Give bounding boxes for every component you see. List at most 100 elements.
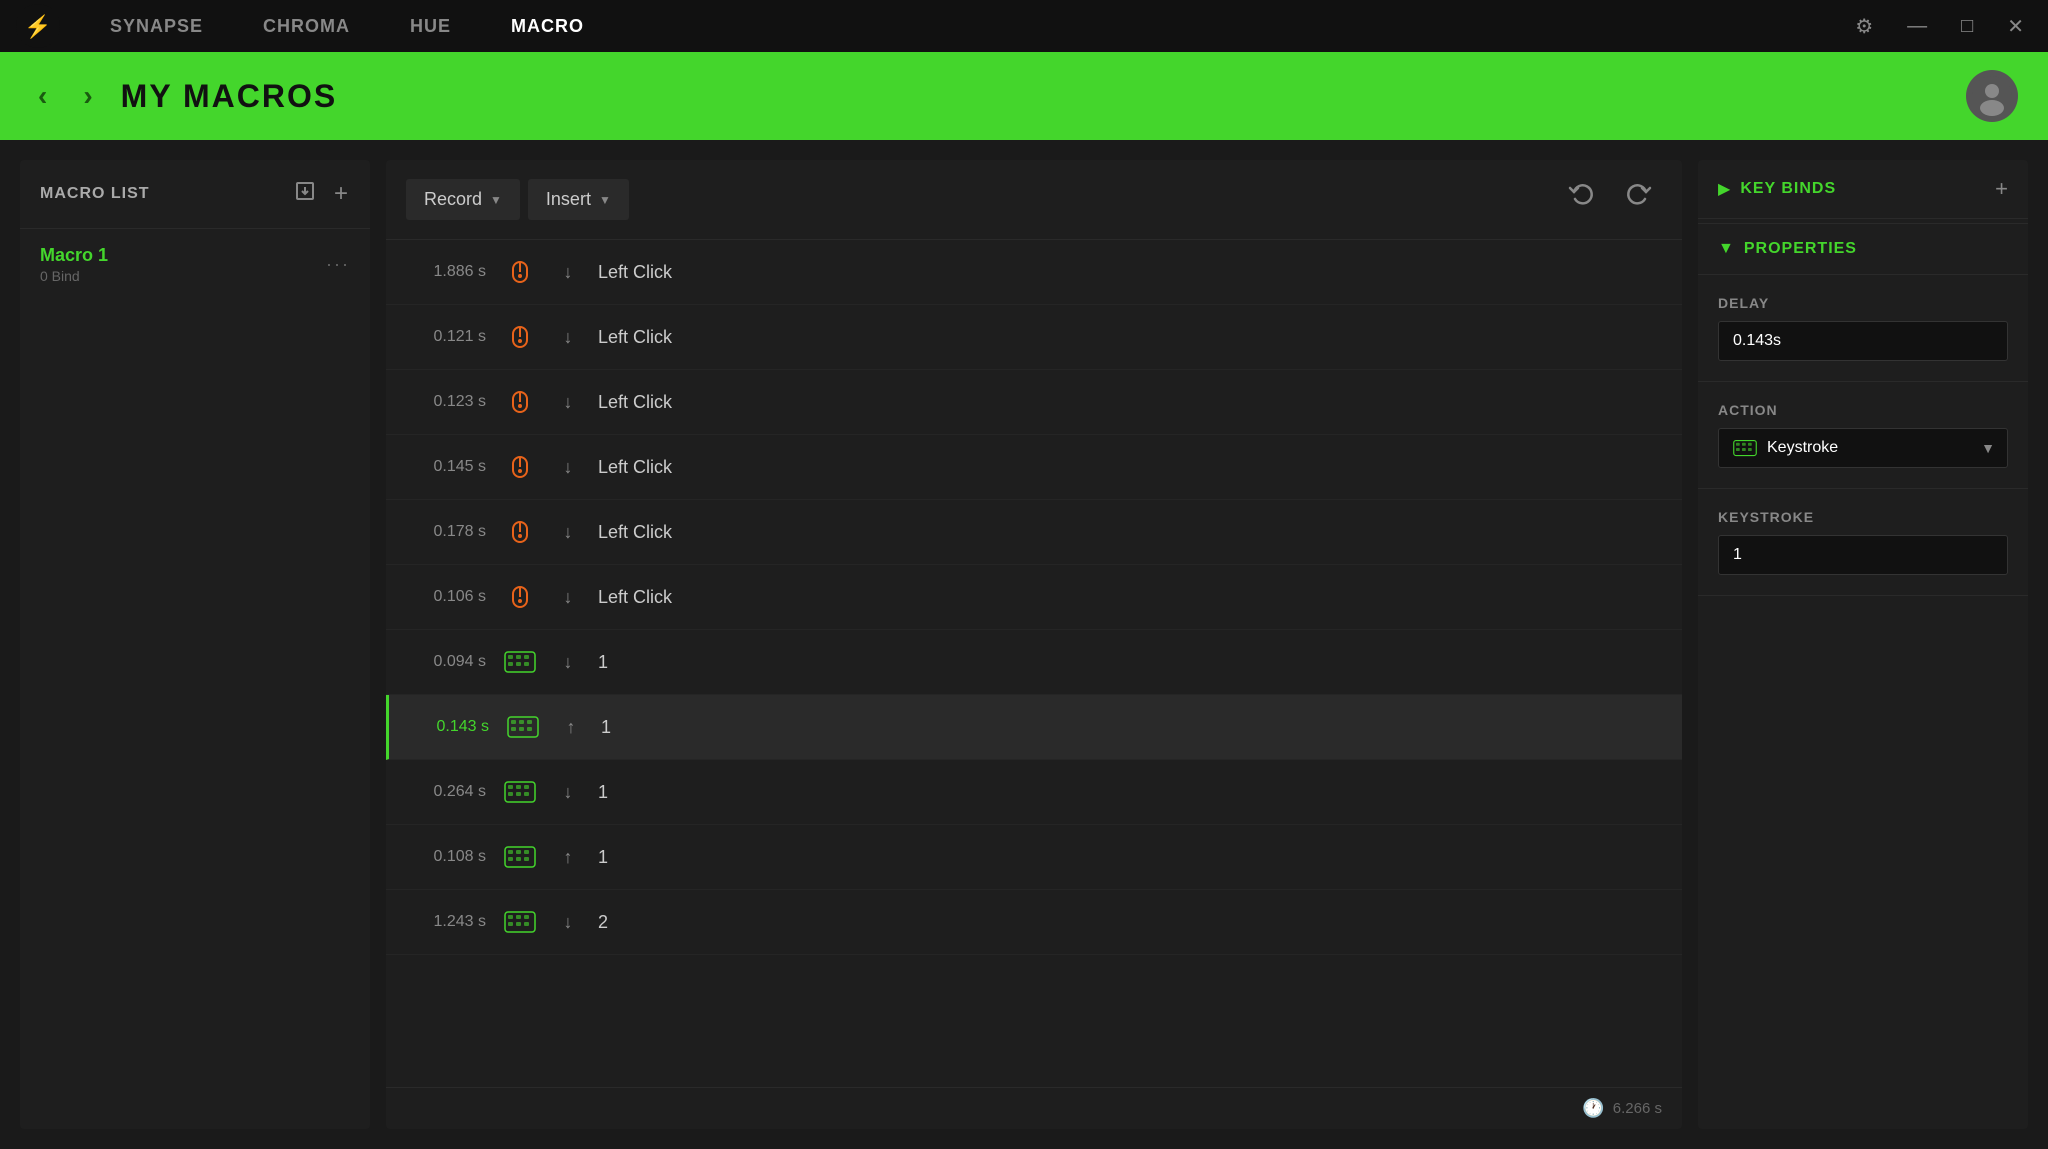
table-row[interactable]: 0.145 s ↓ Left Click — [386, 435, 1682, 500]
mouse-icon — [502, 384, 538, 420]
record-dropdown-arrow[interactable]: ▼ — [490, 193, 502, 207]
properties-panel: ▶ KEY BINDS + ▼ PROPERTIES DELAY ACTION — [1698, 160, 2028, 1129]
mouse-icon — [502, 254, 538, 290]
keystroke-property: KEYSTROKE — [1698, 489, 2028, 596]
action-select[interactable]: Keystroke ▼ — [1718, 428, 2008, 468]
insert-button[interactable]: Insert ▼ — [528, 179, 629, 220]
mouse-icon — [502, 319, 538, 355]
macro-list-panel: MACRO LIST + Macro 1 0 Bind ··· — [20, 160, 370, 1129]
maximize-icon[interactable]: □ — [1953, 11, 1981, 42]
properties-section-header[interactable]: ▼ PROPERTIES — [1698, 223, 2028, 275]
macro-item-menu[interactable]: ··· — [326, 254, 350, 275]
macro-list-header: MACRO LIST + — [20, 160, 370, 229]
close-icon[interactable]: ✕ — [1999, 10, 2032, 43]
direction-icon: ↓ — [554, 908, 582, 936]
delay-input[interactable] — [1718, 321, 2008, 361]
macro-item-bind: 0 Bind — [40, 268, 326, 284]
settings-icon[interactable]: ⚙ — [1847, 10, 1881, 43]
action-dropdown-arrow-icon: ▼ — [1981, 440, 1995, 456]
mouse-icon — [502, 449, 538, 485]
row-label: 1 — [598, 652, 608, 673]
titlebar-nav: SYNAPSE CHROMA HUE MACRO — [80, 0, 1847, 52]
add-key-bind-icon[interactable]: + — [1995, 176, 2008, 202]
row-time: 0.094 s — [406, 653, 486, 671]
direction-icon: ↓ — [554, 778, 582, 806]
direction-icon: ↓ — [554, 648, 582, 676]
macro-item-info: Macro 1 0 Bind — [40, 245, 326, 284]
row-label: Left Click — [598, 392, 672, 413]
row-label: 1 — [601, 717, 611, 738]
properties-title: PROPERTIES — [1744, 240, 2008, 258]
key-binds-arrow-icon: ▶ — [1718, 179, 1730, 199]
tab-macro[interactable]: MACRO — [481, 0, 614, 52]
insert-label: Insert — [546, 189, 591, 210]
forward-button[interactable]: › — [75, 76, 100, 116]
row-time: 1.886 s — [406, 263, 486, 281]
record-label: Record — [424, 189, 482, 210]
macro-rows-list: 1.886 s ↓ Left Click 0.121 s — [386, 240, 1682, 1087]
row-label: 1 — [598, 782, 608, 803]
table-row[interactable]: 0.178 s ↓ Left Click — [386, 500, 1682, 565]
macro-list-title: MACRO LIST — [40, 185, 292, 203]
table-row[interactable]: 0.106 s ↓ Left Click — [386, 565, 1682, 630]
header-bar: ‹ › MY MACROS — [0, 52, 2048, 140]
keyboard-icon — [502, 774, 538, 810]
macro-footer: 🕐 6.266 s — [386, 1087, 1682, 1129]
keyboard-icon — [502, 839, 538, 875]
table-row[interactable]: 1.243 s ↓ 2 — [386, 890, 1682, 955]
row-time: 1.243 s — [406, 913, 486, 931]
table-row[interactable]: 0.143 s ↑ 1 — [386, 695, 1682, 760]
action-label: ACTION — [1718, 402, 2008, 418]
direction-icon: ↑ — [554, 843, 582, 871]
macro-item[interactable]: Macro 1 0 Bind ··· — [20, 229, 370, 300]
macro-item-name: Macro 1 — [40, 245, 326, 266]
record-button[interactable]: Record ▼ — [406, 179, 520, 220]
key-binds-section-header[interactable]: ▶ KEY BINDS + — [1698, 160, 2028, 219]
minimize-icon[interactable]: — — [1899, 11, 1935, 42]
row-label: Left Click — [598, 587, 672, 608]
svg-text:⚡: ⚡ — [24, 14, 51, 40]
insert-dropdown-arrow[interactable]: ▼ — [599, 193, 611, 207]
redo-button[interactable] — [1614, 176, 1662, 223]
tab-chroma[interactable]: CHROMA — [233, 0, 380, 52]
action-value: Keystroke — [1767, 439, 1993, 457]
page-title: MY MACROS — [121, 78, 1946, 115]
export-icon[interactable] — [292, 178, 318, 210]
row-label: 1 — [598, 847, 608, 868]
mouse-icon — [502, 579, 538, 615]
row-time: 0.178 s — [406, 523, 486, 541]
table-row[interactable]: 0.264 s ↓ 1 — [386, 760, 1682, 825]
row-time: 0.123 s — [406, 393, 486, 411]
keystroke-input[interactable] — [1718, 535, 2008, 575]
row-time: 0.264 s — [406, 783, 486, 801]
direction-icon: ↓ — [554, 388, 582, 416]
add-macro-icon[interactable]: + — [332, 178, 350, 210]
avatar[interactable] — [1966, 70, 2018, 122]
main-content: MACRO LIST + Macro 1 0 Bind ··· — [0, 140, 2048, 1149]
keyboard-icon — [505, 709, 541, 745]
row-time: 0.108 s — [406, 848, 486, 866]
tab-hue[interactable]: HUE — [380, 0, 481, 52]
row-label: Left Click — [598, 522, 672, 543]
table-row[interactable]: 0.121 s ↓ Left Click — [386, 305, 1682, 370]
properties-arrow-icon: ▼ — [1718, 240, 1734, 258]
undo-button[interactable] — [1558, 176, 1606, 223]
macro-list-actions: + — [292, 178, 350, 210]
toolbar: Record ▼ Insert ▼ — [386, 160, 1682, 240]
table-row[interactable]: 0.123 s ↓ Left Click — [386, 370, 1682, 435]
tab-synapse[interactable]: SYNAPSE — [80, 0, 233, 52]
row-label: Left Click — [598, 327, 672, 348]
direction-icon: ↓ — [554, 453, 582, 481]
keyboard-icon — [502, 904, 538, 940]
keyboard-icon — [502, 644, 538, 680]
back-button[interactable]: ‹ — [30, 76, 55, 116]
direction-icon: ↓ — [554, 323, 582, 351]
table-row[interactable]: 1.886 s ↓ Left Click — [386, 240, 1682, 305]
table-row[interactable]: 0.108 s ↑ 1 — [386, 825, 1682, 890]
titlebar: ⚡ SYNAPSE CHROMA HUE MACRO ⚙ — □ ✕ — [0, 0, 2048, 52]
action-property: ACTION Keystroke ▼ — [1698, 382, 2028, 489]
direction-icon: ↓ — [554, 583, 582, 611]
key-binds-title: KEY BINDS — [1740, 180, 1995, 198]
table-row[interactable]: 0.094 s ↓ 1 — [386, 630, 1682, 695]
row-label: 2 — [598, 912, 608, 933]
